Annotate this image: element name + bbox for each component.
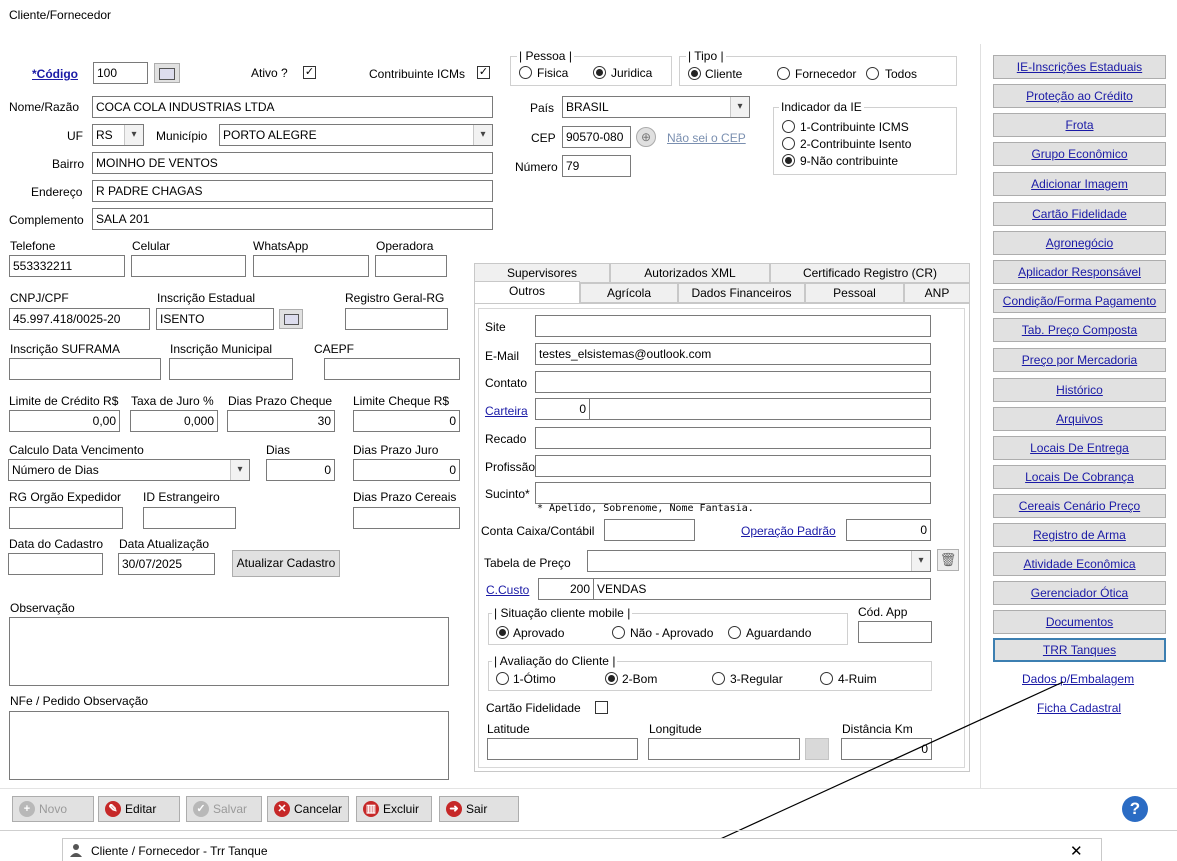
tab-outros[interactable]: Outros <box>474 281 580 303</box>
annotation-arrow <box>692 681 1064 852</box>
subwindow-titlebar: Cliente / Fornecedor - Trr Tanque ✕ <box>62 838 1102 861</box>
user-icon <box>69 843 83 857</box>
subwindow-close-icon[interactable]: ✕ <box>1070 842 1083 860</box>
subwindow-title: Cliente / Fornecedor - Trr Tanque <box>91 844 268 858</box>
background-strip <box>0 830 1177 831</box>
